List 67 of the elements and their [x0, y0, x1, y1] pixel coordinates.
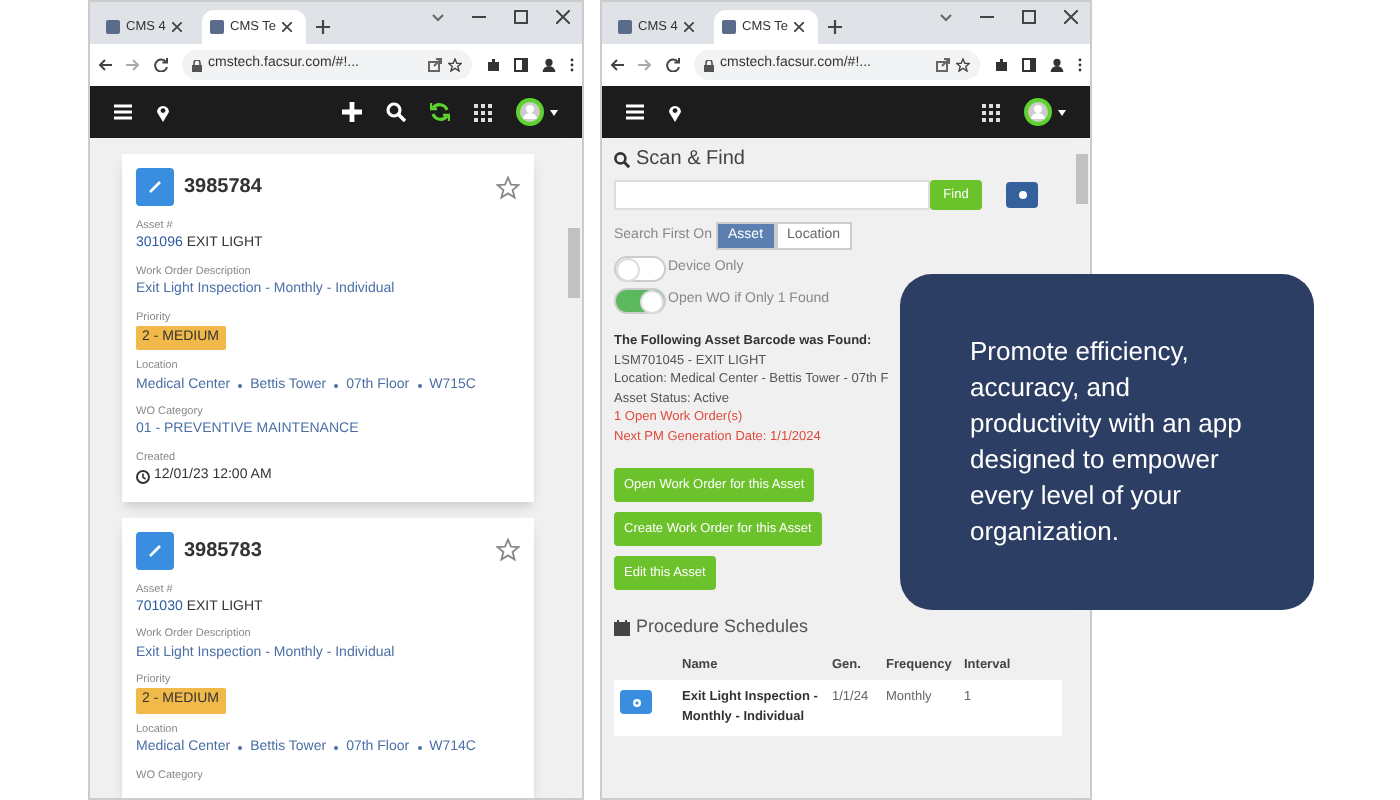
page-icon: [210, 20, 224, 34]
section-title: Procedure Schedules: [636, 614, 809, 640]
menu-icon[interactable]: [626, 104, 644, 120]
star-icon[interactable]: [496, 538, 520, 562]
edit-button[interactable]: [136, 168, 174, 206]
menu-icon[interactable]: [114, 104, 132, 120]
close-icon: [683, 22, 694, 32]
reload-icon[interactable]: [666, 58, 680, 72]
sidebar-icon[interactable]: [1022, 58, 1036, 72]
close-icon[interactable]: [1064, 10, 1078, 24]
lock-icon: [704, 59, 714, 71]
star-icon[interactable]: [496, 175, 520, 199]
reload-icon[interactable]: [154, 58, 168, 72]
page-icon: [106, 20, 120, 34]
toggle-switch[interactable]: [614, 288, 666, 314]
callout-text: Promote efficiency, accuracy, and productivity with an app designed to empower every level of your organization.: [970, 334, 1244, 550]
toggle-switch[interactable]: [614, 256, 666, 282]
back-icon[interactable]: [610, 58, 624, 72]
calendar-icon: [614, 619, 630, 636]
page-icon: [618, 20, 632, 34]
share-icon[interactable]: [936, 58, 950, 72]
share-icon[interactable]: [428, 58, 442, 72]
search-field[interactable]: [614, 180, 930, 210]
back-icon[interactable]: [98, 58, 112, 72]
avatar-menu[interactable]: [516, 98, 558, 126]
avatar-menu[interactable]: [1024, 98, 1066, 126]
page-icon: [722, 20, 736, 34]
settings-button[interactable]: [620, 690, 652, 715]
maximize-icon[interactable]: [514, 10, 528, 24]
refresh-icon[interactable]: [430, 102, 450, 122]
search-icon[interactable]: [386, 102, 406, 122]
map-pin-icon[interactable]: [668, 103, 682, 121]
search-icon: [614, 151, 630, 167]
work-order-number: 3985783: [184, 537, 264, 565]
close-icon: [171, 22, 182, 32]
caret-icon: [550, 109, 558, 115]
close-icon: [282, 22, 292, 32]
new-tab-icon[interactable]: [828, 20, 842, 34]
edit-button[interactable]: [136, 531, 174, 569]
pencil-icon: [148, 543, 162, 557]
scan-button[interactable]: [1006, 182, 1038, 208]
chevron-icon: [432, 13, 444, 21]
plus-icon[interactable]: [342, 102, 362, 122]
profile-icon[interactable]: [1050, 58, 1064, 72]
avatar-icon: [1024, 98, 1052, 126]
section-title: Scan & Find: [636, 146, 745, 174]
scroll-thumb[interactable]: [568, 228, 580, 298]
new-tab-icon[interactable]: [316, 20, 330, 34]
maximize-icon[interactable]: [1022, 10, 1036, 24]
pencil-icon: [148, 180, 162, 194]
profile-icon[interactable]: [542, 58, 556, 72]
clock-icon: [136, 469, 150, 484]
lock-icon: [192, 59, 202, 71]
scroll-thumb[interactable]: [1076, 154, 1088, 204]
avatar-icon: [516, 98, 544, 126]
work-order-number: 3985784: [184, 174, 264, 202]
close-icon: [794, 22, 804, 32]
chevron-icon: [940, 13, 952, 21]
map-pin-icon[interactable]: [156, 103, 170, 121]
grid-icon[interactable]: [474, 103, 492, 121]
sidebar-icon[interactable]: [514, 58, 528, 72]
star-icon[interactable]: [956, 58, 970, 72]
grid-icon[interactable]: [982, 103, 1000, 121]
gear-icon: [631, 697, 641, 708]
caret-icon: [1058, 109, 1066, 115]
star-icon[interactable]: [448, 58, 462, 72]
close-icon[interactable]: [556, 10, 570, 24]
